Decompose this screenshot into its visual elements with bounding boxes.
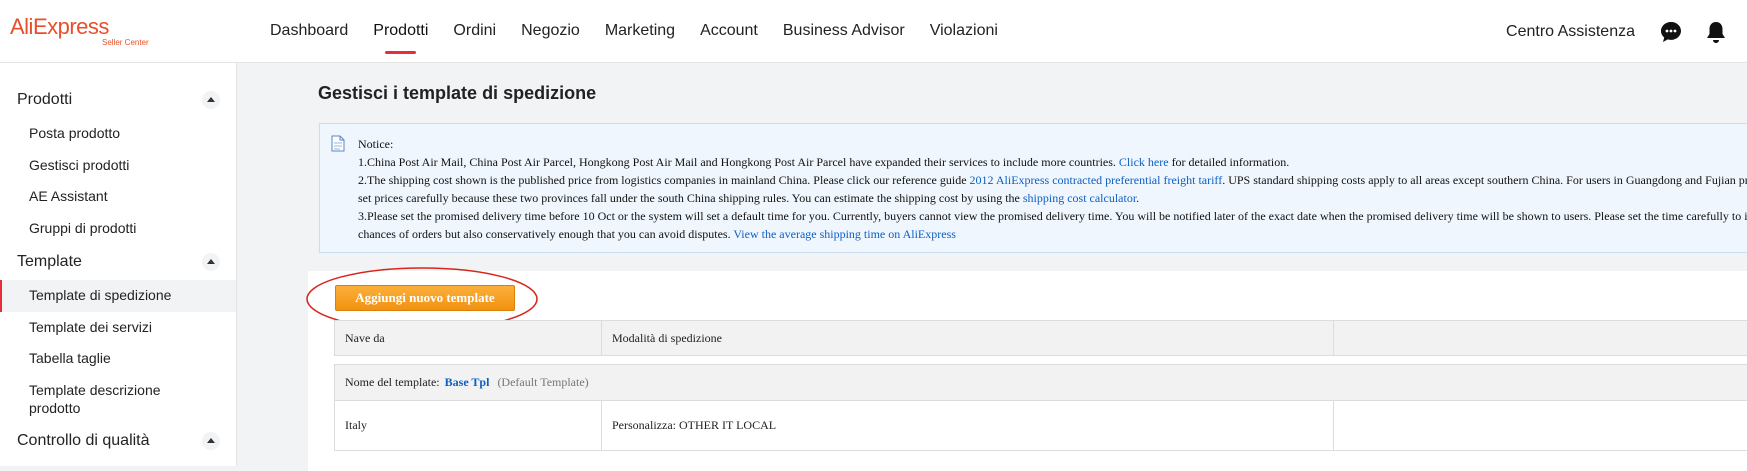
- nav-account[interactable]: Account: [700, 0, 758, 63]
- nav-business-advisor[interactable]: Business Advisor: [783, 0, 905, 63]
- sidebar-item-gruppi-prodotti[interactable]: Gruppi di prodotti: [0, 213, 236, 245]
- help-center-link[interactable]: Centro Assistenza: [1506, 23, 1635, 41]
- sidebar-group-label: Template: [17, 253, 82, 270]
- default-template-tag: (Default Template): [497, 375, 589, 389]
- top-bar: AliExpress Seller Center Dashboard Prodo…: [0, 0, 1747, 63]
- sidebar-item-posta-prodotto[interactable]: Posta prodotto: [0, 118, 236, 150]
- shipping-calculator-link[interactable]: shipping cost calculator: [1023, 191, 1136, 205]
- top-right-actions: Centro Assistenza: [1506, 0, 1747, 63]
- collapse-caret-icon[interactable]: [202, 253, 220, 271]
- sidebar-item-template-spedizione[interactable]: Template di spedizione: [0, 280, 236, 312]
- notice-line-1: 1.China Post Air Mail, China Post Air Pa…: [358, 155, 1290, 169]
- brand-subtitle: Seller Center: [102, 38, 149, 47]
- sidebar-item-gestisci-prodotti[interactable]: Gestisci prodotti: [0, 150, 236, 182]
- document-icon: [331, 135, 345, 152]
- brand-name: AliExpress: [10, 14, 109, 39]
- column-header-ship-from: Nave da: [335, 321, 602, 355]
- collapse-caret-icon[interactable]: [202, 431, 220, 450]
- bell-icon[interactable]: [1705, 20, 1727, 44]
- notice-line-5: chances of orders but also conservativel…: [358, 227, 956, 241]
- nav-ordini[interactable]: Ordini: [453, 0, 496, 63]
- nav-violazioni[interactable]: Violazioni: [930, 0, 998, 63]
- table-header: Nave da Modalità di spedizione: [334, 320, 1747, 356]
- sidebar-group-controllo-qualita[interactable]: Controllo di qualità: [0, 423, 236, 459]
- extra-cell: [1334, 401, 1747, 450]
- sidebar-group-label: Prodotti: [17, 91, 73, 108]
- sidebar-item-tabella-taglie[interactable]: Tabella taglie: [0, 343, 236, 375]
- shipping-mode-cell: Personalizza: OTHER IT LOCAL: [602, 401, 1334, 450]
- table-row: Italy Personalizza: OTHER IT LOCAL: [334, 401, 1747, 451]
- nav-dashboard[interactable]: Dashboard: [270, 0, 348, 63]
- nav-marketing[interactable]: Marketing: [605, 0, 675, 63]
- column-header-extra: [1334, 321, 1747, 355]
- notice-line-4: 3.Please set the promised delivery time …: [358, 209, 1747, 223]
- collapse-caret-icon[interactable]: [202, 91, 220, 109]
- column-header-shipping-mode: Modalità di spedizione: [602, 321, 1334, 355]
- main-content: Gestisci i template di spedizione Notice…: [238, 63, 1747, 471]
- logo[interactable]: AliExpress Seller Center: [10, 14, 149, 50]
- notice-box: Notice: 1.China Post Air Mail, China Pos…: [319, 123, 1747, 253]
- sidebar-group-prodotti[interactable]: Prodotti: [0, 82, 236, 118]
- template-name-row: Nome del template: Base Tpl (Default Tem…: [334, 364, 1747, 401]
- template-name-link[interactable]: Base Tpl: [445, 375, 490, 390]
- sidebar-group-template[interactable]: Template: [0, 244, 236, 280]
- notice-heading: Notice:: [358, 137, 394, 151]
- page-title: Gestisci i template di spedizione: [318, 83, 597, 103]
- freight-tariff-link[interactable]: 2012 AliExpress contracted preferential …: [970, 173, 1223, 187]
- average-shipping-time-link[interactable]: View the average shipping time on AliExp…: [733, 227, 956, 241]
- sidebar-item-template-servizi[interactable]: Template dei servizi: [0, 312, 236, 344]
- notice-line-2: 2.The shipping cost shown is the publish…: [358, 173, 1747, 187]
- click-here-link[interactable]: Click here: [1119, 155, 1169, 169]
- template-name-label: Nome del template:: [345, 375, 440, 389]
- sidebar: Prodotti Posta prodotto Gestisci prodott…: [0, 63, 237, 466]
- ship-from-cell: Italy: [335, 401, 602, 450]
- nav-negozio[interactable]: Negozio: [521, 0, 580, 63]
- sidebar-group-label: Controllo di qualità: [17, 431, 150, 449]
- main-nav: Dashboard Prodotti Ordini Negozio Market…: [270, 0, 1023, 63]
- sidebar-item-ae-assistant[interactable]: AE Assistant: [0, 181, 236, 213]
- sidebar-item-template-descrizione[interactable]: Template descrizione prodotto: [0, 375, 200, 423]
- notice-line-3: set prices carefully because these two p…: [358, 191, 1140, 205]
- nav-prodotti[interactable]: Prodotti: [373, 0, 428, 63]
- chat-icon[interactable]: [1659, 20, 1683, 44]
